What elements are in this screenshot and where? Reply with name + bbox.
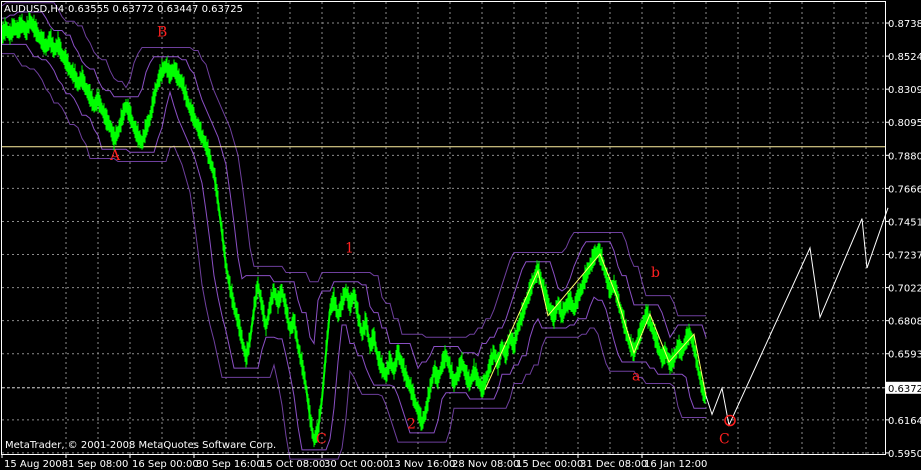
x-tick-label: 15 Dec 00:00 xyxy=(516,459,583,470)
current-price-marker: 0.63725 xyxy=(886,381,921,395)
x-tick-label: 31 Dec 08:00 xyxy=(580,459,647,470)
current-price-label: 0.63725 xyxy=(888,384,921,395)
y-tick-label: 0.74515 xyxy=(888,217,921,228)
y-tick-label: 0.65935 xyxy=(888,350,921,361)
wave-label: B xyxy=(157,25,167,41)
x-tick-label: 16 Sep 00:00 xyxy=(132,459,199,470)
x-tick-label: 30 Sep 16:00 xyxy=(196,459,263,470)
x-tick-label: 16 Jan 12:00 xyxy=(644,459,707,470)
wave-label: 1 xyxy=(345,241,354,257)
wave-label: a xyxy=(632,368,640,384)
y-tick-label: 0.83095 xyxy=(888,85,921,96)
wave-label: C xyxy=(316,432,327,448)
x-tick-label: 1 Sep 08:00 xyxy=(68,459,128,470)
x-tick-label: 13 Nov 16:00 xyxy=(388,459,455,470)
y-tick-label: 0.78805 xyxy=(888,151,921,162)
y-tick-label: 0.70225 xyxy=(888,284,921,295)
wave-label: 2 xyxy=(407,416,416,432)
x-tick-label: 30 Oct 00:00 xyxy=(324,459,389,470)
wave-label: C xyxy=(719,432,730,448)
wave-label: b xyxy=(651,265,660,281)
y-tick-label: 0.61645 xyxy=(888,416,921,427)
y-tick-label: 0.72370 xyxy=(888,251,921,262)
y-tick-label: 0.59500 xyxy=(888,449,921,460)
y-tick-label: 0.80950 xyxy=(888,118,921,129)
x-tick-label: 28 Nov 08:00 xyxy=(452,459,519,470)
x-tick-label: 15 Aug 2008 xyxy=(4,459,68,470)
ohlc-values: 0.63555 0.63772 0.63447 0.63725 xyxy=(68,4,243,15)
y-tick-label: 0.85240 xyxy=(888,52,921,63)
price-chart[interactable]: A B 1 C 2 a b C 0.87385 0.85240 0.83095 0.80950 0.7… xyxy=(0,0,921,470)
y-tick-label: 0.87385 xyxy=(888,19,921,30)
copyright-text: MetaTrader, © 2001-2008 MetaQuotes Softw… xyxy=(5,440,276,451)
y-tick-label: 0.68080 xyxy=(888,317,921,328)
x-tick-label: 15 Oct 08:00 xyxy=(260,459,325,470)
wave-label: A xyxy=(109,148,121,164)
chart-title: AUDUSD,H4 xyxy=(4,4,64,15)
chart-background xyxy=(0,0,921,470)
y-tick-label: 0.76660 xyxy=(888,184,921,195)
